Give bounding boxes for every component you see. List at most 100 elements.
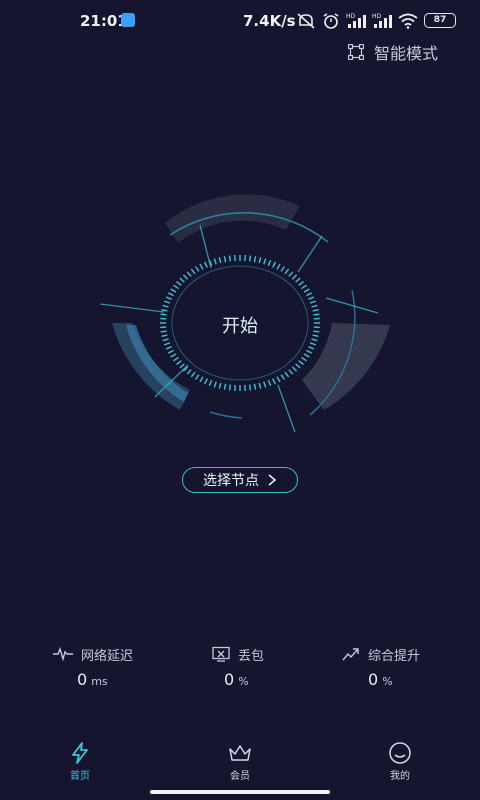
- tick-mark: [253, 383, 257, 390]
- nav-member[interactable]: 会员: [200, 735, 280, 785]
- tick-mark: [280, 374, 285, 380]
- crown-icon: [229, 745, 251, 761]
- tick-mark: [228, 384, 231, 391]
- tick-mark: [213, 381, 217, 388]
- tick-mark: [173, 356, 179, 362]
- tick-mark: [165, 346, 172, 350]
- network-speed: 7.4K/s: [243, 12, 296, 30]
- tick-mark: [313, 313, 320, 316]
- tick-mark: [218, 382, 222, 389]
- chevron-right-icon: [268, 474, 277, 486]
- tick-mark: [218, 257, 222, 264]
- tick-mark: [298, 281, 304, 286]
- stat-boost-head: 综合提升: [342, 643, 420, 665]
- tick-mark: [167, 292, 174, 297]
- tick-mark: [272, 261, 277, 268]
- tick-mark: [288, 271, 294, 277]
- tick-mark: [199, 376, 204, 383]
- tick-mark: [295, 363, 301, 369]
- tick-mark: [208, 380, 213, 387]
- tick-mark: [258, 382, 262, 389]
- tick-mark: [195, 266, 200, 272]
- smart-mode-button[interactable]: 智能模式: [348, 40, 438, 64]
- select-node-label: 选择节点: [203, 473, 259, 489]
- tick-mark: [308, 296, 315, 300]
- tick-mark: [213, 258, 217, 265]
- stat-packet-loss: 丢包 0%: [212, 640, 352, 700]
- start-button[interactable]: 开始: [190, 305, 290, 345]
- stat-packet-loss-value-row: 0%: [224, 670, 249, 689]
- tick-mark: [291, 274, 298, 280]
- mode-frame-icon: [348, 44, 364, 60]
- tick-mark: [179, 277, 185, 283]
- tick-mark: [263, 381, 267, 388]
- tick-mark: [301, 284, 307, 290]
- tick-mark: [291, 366, 298, 372]
- tick-mark: [170, 288, 177, 293]
- dial-arc-bottom: [209, 411, 243, 419]
- nav-mine-label: 我的: [390, 771, 410, 782]
- svg-text:HD: HD: [372, 13, 382, 20]
- dial-segment-top: [165, 194, 300, 243]
- tick-mark: [280, 266, 285, 272]
- tick-mark: [223, 256, 227, 263]
- tick-mark: [182, 274, 189, 280]
- tick-mark: [203, 261, 208, 268]
- tick-mark: [190, 268, 196, 275]
- nav-mine[interactable]: 我的: [360, 735, 440, 785]
- stat-latency-value: 0: [77, 670, 88, 689]
- tick-mark: [276, 376, 281, 383]
- tick-mark: [258, 257, 262, 264]
- tick-mark: [161, 309, 168, 312]
- tick-mark: [301, 356, 307, 362]
- tick-mark: [249, 384, 252, 391]
- smile-icon: [389, 742, 411, 764]
- stat-latency-label: 网络延迟: [81, 648, 134, 664]
- stats-panel: 网络延迟 0 ms 丢包 0% 综合提升 0 %: [0, 640, 480, 700]
- stat-latency: 网络延迟 0 ms: [53, 640, 193, 700]
- tick-mark: [162, 304, 169, 308]
- tick-mark: [179, 363, 185, 369]
- tick-mark: [186, 271, 192, 277]
- tick-mark: [267, 380, 272, 387]
- stat-packet-loss-unit: %: [238, 675, 249, 688]
- packet-loss-icon: [212, 646, 230, 662]
- tick-mark: [167, 349, 174, 354]
- trend-up-icon: [342, 648, 359, 661]
- tick-mark: [312, 309, 319, 312]
- stat-packet-loss-head: 丢包: [212, 643, 264, 665]
- smart-mode-label: 智能模式: [374, 44, 439, 63]
- tick-mark: [309, 300, 317, 304]
- select-node-button[interactable]: 选择节点: [182, 467, 298, 493]
- tick-mark: [313, 330, 320, 333]
- tick-mark: [190, 371, 196, 378]
- tick-mark: [160, 313, 167, 316]
- tick-mark: [173, 284, 179, 290]
- tick-mark: [203, 378, 208, 385]
- stat-latency-value-row: 0 ms: [77, 670, 108, 689]
- tick-mark: [267, 259, 272, 266]
- lightning-icon: [72, 742, 88, 764]
- tick-mark: [272, 378, 277, 385]
- wifi-icon: [398, 13, 418, 29]
- tick-mark: [288, 369, 294, 375]
- status-icons: HD HD: [296, 10, 418, 32]
- tick-mark: [163, 300, 171, 304]
- hd-signal-icon: HD: [346, 13, 366, 28]
- tick-mark: [309, 342, 317, 346]
- stat-boost: 综合提升 0%: [342, 640, 480, 700]
- tick-mark: [162, 338, 169, 342]
- tick-mark: [223, 383, 227, 390]
- nav-home[interactable]: 首页: [40, 735, 120, 785]
- stat-boost-value-row: 0%: [368, 670, 393, 689]
- tick-mark: [295, 277, 301, 283]
- tick-mark: [306, 349, 313, 354]
- tick-mark: [161, 334, 168, 337]
- tick-mark: [228, 255, 231, 262]
- home-indicator: [150, 790, 330, 794]
- tick-mark: [263, 258, 267, 265]
- app-screen: 21:01 7.4K/s HD HD 87 智能模式 开始 选择节点 网络延迟 …: [0, 0, 480, 800]
- tick-mark: [312, 334, 319, 337]
- tick-mark: [303, 353, 310, 358]
- tick-mark: [199, 263, 204, 270]
